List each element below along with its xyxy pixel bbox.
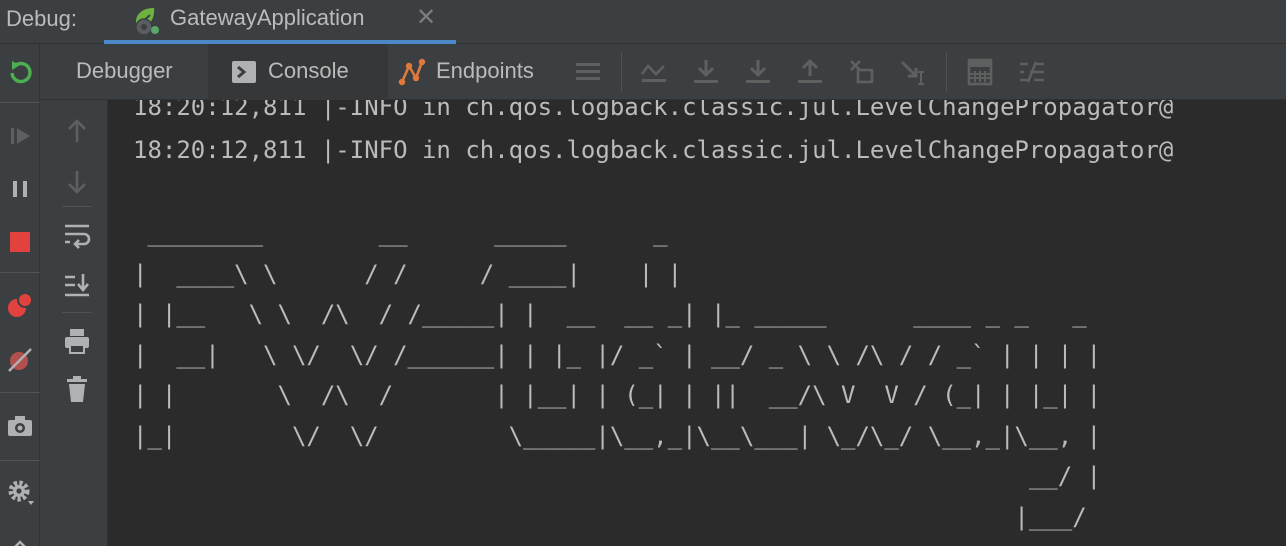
console-icon xyxy=(232,61,256,83)
debug-left-toolbar xyxy=(0,44,40,546)
settings-icon[interactable] xyxy=(4,476,36,508)
run-to-cursor-icon[interactable] xyxy=(898,56,930,88)
separator xyxy=(0,392,40,393)
mute-breakpoints-icon[interactable] xyxy=(4,344,36,376)
debug-toolbar: Debugger Console Endpoints xyxy=(40,44,1286,100)
camera-icon[interactable] xyxy=(4,410,36,442)
rerun-icon[interactable] xyxy=(4,57,36,89)
evaluate-icon[interactable] xyxy=(964,56,996,88)
close-icon[interactable]: ✕ xyxy=(416,3,436,32)
tab-console[interactable]: Console xyxy=(208,44,388,100)
banner-line: |___/ xyxy=(133,502,1087,531)
separator xyxy=(946,52,947,92)
scroll-to-end-icon[interactable] xyxy=(62,270,92,300)
banner-line: | |__ \ \ /\ / /_____| | __ __ _| |_ ___… xyxy=(133,300,1087,328)
pause-icon[interactable] xyxy=(4,173,36,205)
more-icon[interactable] xyxy=(4,528,36,546)
show-execution-point-icon[interactable] xyxy=(638,56,670,88)
tab-console-label: Console xyxy=(268,58,349,83)
debug-tool-window-header: Debug: GatewayApplication ✕ xyxy=(0,0,1286,44)
log-lines: 18:20:12,811 |-INFO in ch.qos.logback.cl… xyxy=(133,100,1173,171)
menu-icon[interactable] xyxy=(572,56,604,88)
clear-icon[interactable] xyxy=(62,374,92,404)
step-over-icon[interactable] xyxy=(690,56,722,88)
stop-icon[interactable] xyxy=(4,226,36,258)
up-icon[interactable] xyxy=(62,116,92,146)
log-line: 18:20:12,811 |-INFO in ch.qos.logback.cl… xyxy=(133,135,1174,164)
tab-gateway-application[interactable]: GatewayApplication ✕ xyxy=(104,0,456,44)
print-icon[interactable] xyxy=(62,326,92,356)
tab-debugger-label: Debugger xyxy=(76,58,173,83)
banner-line: | ____\ \ / / / ____| | | xyxy=(133,259,683,288)
ascii-banner: ________ __ _____ _ | ____\ \ / / / ____… xyxy=(133,213,1101,537)
banner-line: | __| \ \/ \/ /______| | |_ |/ _` | __/ … xyxy=(133,340,1102,369)
drop-frame-icon[interactable] xyxy=(846,56,878,88)
separator xyxy=(62,312,92,313)
tab-endpoints[interactable]: Endpoints xyxy=(388,44,558,100)
trace-icon[interactable] xyxy=(1016,56,1048,88)
banner-line: |_| \/ \/ \_____|\__,_|\__\___| \_/\_/ \… xyxy=(133,421,1102,450)
console-side-toolbar xyxy=(40,100,108,546)
tab-endpoints-label: Endpoints xyxy=(436,58,534,83)
banner-line: ________ __ _____ _ xyxy=(133,219,668,247)
console-output[interactable]: 18:20:12,811 |-INFO in ch.qos.logback.cl… xyxy=(108,100,1286,546)
step-out-icon[interactable] xyxy=(794,56,826,88)
debug-label: Debug: xyxy=(6,6,77,31)
tab-title: GatewayApplication xyxy=(170,5,365,30)
banner-line: __/ | xyxy=(133,462,1102,490)
spring-boot-icon xyxy=(135,8,159,36)
separator xyxy=(0,460,40,461)
separator xyxy=(0,102,40,103)
log-line: 18:20:12,811 |-INFO in ch.qos.logback.cl… xyxy=(133,100,1174,121)
step-into-icon[interactable] xyxy=(742,56,774,88)
view-breakpoints-icon[interactable] xyxy=(4,289,36,321)
down-icon[interactable] xyxy=(62,167,92,197)
separator xyxy=(621,52,622,92)
tab-debugger[interactable]: Debugger xyxy=(60,44,210,100)
separator xyxy=(0,272,40,273)
soft-wrap-icon[interactable] xyxy=(62,220,92,250)
separator xyxy=(62,206,92,207)
resume-icon[interactable] xyxy=(4,120,36,152)
banner-line: | | \ /\ / | |__| | (_| | || __/\ V V / … xyxy=(133,381,1102,409)
endpoints-icon xyxy=(398,58,426,86)
